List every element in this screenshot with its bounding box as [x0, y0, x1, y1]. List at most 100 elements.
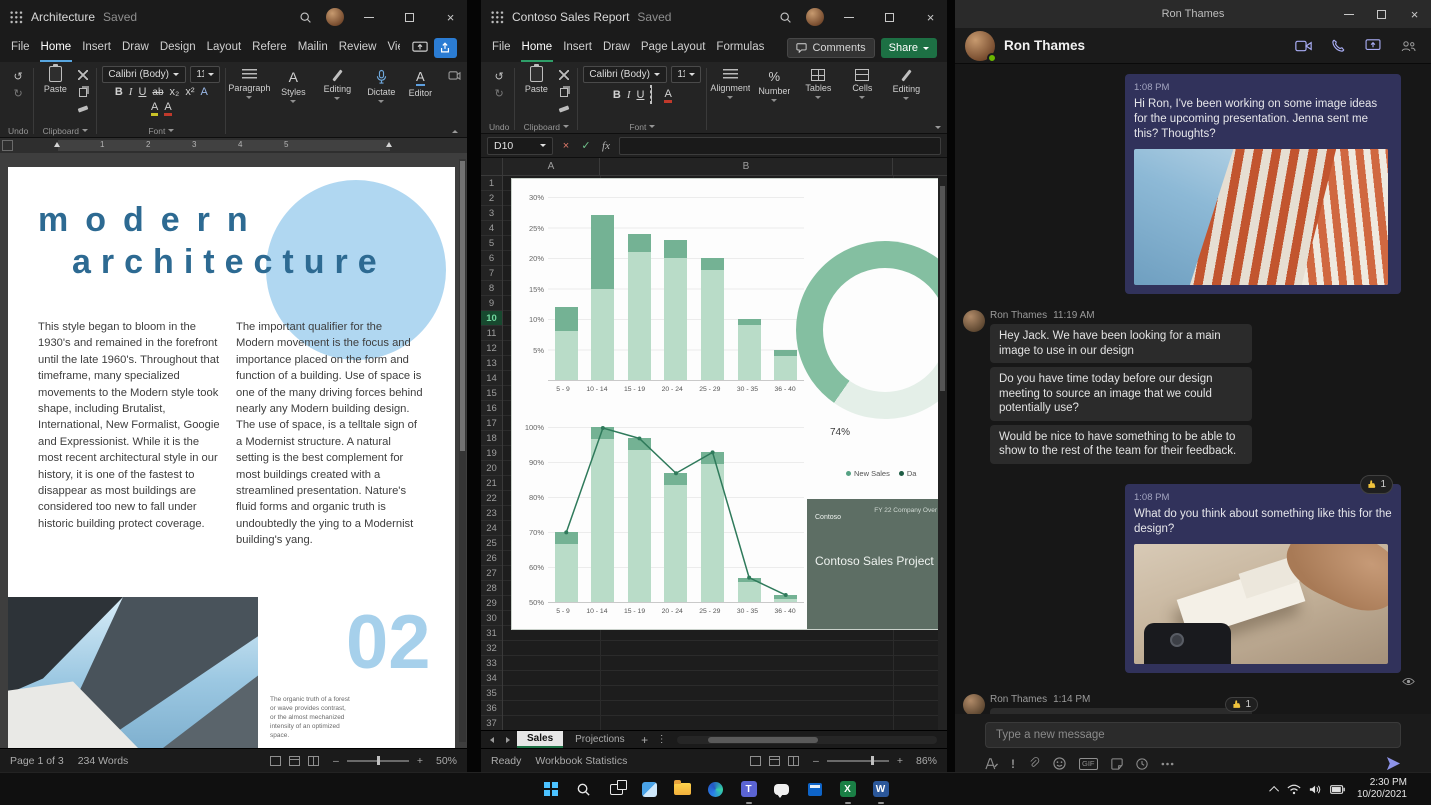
bold-button[interactable]: B: [613, 89, 621, 101]
tables-button[interactable]: Tables: [796, 65, 840, 133]
indent-marker[interactable]: [54, 142, 60, 147]
editing-button[interactable]: Editing: [884, 65, 928, 133]
formula-input[interactable]: [619, 136, 941, 155]
donut-chart[interactable]: [796, 241, 940, 419]
word-menu-view[interactable]: View: [386, 34, 399, 62]
row-header-20[interactable]: 20: [481, 461, 502, 476]
font-color-button[interactable]: A: [164, 101, 172, 116]
row-header-21[interactable]: 21: [481, 476, 502, 491]
word-menu-home[interactable]: Home: [39, 34, 73, 62]
word-menu-design[interactable]: Design: [159, 34, 197, 62]
column-header-partial[interactable]: [893, 158, 947, 175]
excel-scrollbar[interactable]: [938, 176, 947, 730]
word-button[interactable]: W: [868, 776, 894, 802]
underline-button[interactable]: U: [138, 86, 146, 98]
app-launcher-icon[interactable]: [491, 10, 504, 24]
chat-button[interactable]: [769, 776, 795, 802]
add-sheet-button[interactable]: +: [637, 733, 653, 747]
print-layout-icon[interactable]: [289, 755, 301, 766]
row-header-9[interactable]: 9: [481, 296, 502, 311]
schedule-icon[interactable]: [1135, 757, 1148, 770]
volume-icon[interactable]: [1309, 784, 1322, 795]
horizontal-scrollbar[interactable]: [676, 735, 937, 744]
row-header-34[interactable]: 34: [481, 671, 502, 686]
word-menu-refere[interactable]: Refere: [251, 34, 288, 62]
bold-button[interactable]: B: [115, 86, 123, 98]
row-header-17[interactable]: 17: [481, 416, 502, 431]
sheet-next-icon[interactable]: [501, 736, 515, 743]
scrollbar-thumb[interactable]: [707, 736, 818, 743]
send-icon[interactable]: [1386, 756, 1401, 771]
user-avatar[interactable]: [806, 8, 824, 26]
row-header-14[interactable]: 14: [481, 371, 502, 386]
read-mode-icon[interactable]: [270, 755, 282, 766]
task-view-button[interactable]: [604, 776, 630, 802]
cut-icon[interactable]: [75, 68, 91, 82]
excel-menu-page-layout[interactable]: Page Layout: [640, 34, 707, 62]
wifi-icon[interactable]: [1287, 784, 1301, 795]
model-photo[interactable]: [1134, 543, 1388, 664]
word-menu-insert[interactable]: Insert: [81, 34, 112, 62]
screen-share-icon[interactable]: [1360, 39, 1386, 52]
received-message[interactable]: Do you have time today before our design…: [990, 367, 1252, 421]
emoji-icon[interactable]: [1053, 757, 1066, 770]
zoom-slider[interactable]: [346, 756, 409, 765]
received-message[interactable]: Would be nice to have something to be ab…: [990, 424, 1252, 464]
row-header-28[interactable]: 28: [481, 581, 502, 596]
italic-button[interactable]: I: [129, 86, 133, 98]
search-button[interactable]: [571, 776, 597, 802]
styles-button[interactable]: A Styles: [271, 65, 315, 137]
zoom-in-button[interactable]: +: [897, 755, 903, 767]
edge-button[interactable]: [703, 776, 729, 802]
minimize-button[interactable]: [1332, 0, 1365, 28]
present-icon[interactable]: [412, 41, 428, 55]
close-button[interactable]: ×: [434, 0, 467, 34]
scrollbar-thumb[interactable]: [460, 161, 465, 451]
sheet-tab-projections[interactable]: Projections: [565, 731, 634, 748]
excel-menu-file[interactable]: File: [491, 34, 512, 62]
select-all-corner[interactable]: [481, 158, 503, 175]
word-menu-layout[interactable]: Layout: [206, 34, 243, 62]
close-button[interactable]: ×: [1398, 0, 1431, 28]
excel-button[interactable]: X: [835, 776, 861, 802]
sales-combo-chart[interactable]: 50% 60% 70% 80% 90% 100% 5 - 9 10 - 14 15 - 19 2…: [514, 419, 810, 629]
sent-message-2[interactable]: 1 1:08 PM What do you think about someth…: [1125, 474, 1401, 673]
message-input[interactable]: [985, 722, 1401, 748]
row-header-8[interactable]: 8: [481, 281, 502, 296]
row-header-18[interactable]: 18: [481, 431, 502, 446]
ribbon-collapse-icon[interactable]: [935, 126, 941, 129]
redo-icon[interactable]: ↻: [491, 86, 507, 100]
ribbon-collapse-icon[interactable]: [451, 130, 458, 133]
video-call-icon[interactable]: [1290, 40, 1316, 52]
workbook-statistics-button[interactable]: Workbook Statistics: [535, 755, 627, 767]
more-options-icon[interactable]: [1161, 762, 1174, 766]
row-header-37[interactable]: 37: [481, 716, 502, 730]
row-header-36[interactable]: 36: [481, 701, 502, 716]
undo-icon[interactable]: ↺: [491, 69, 507, 83]
highlight-button[interactable]: A: [150, 101, 159, 116]
sender-avatar[interactable]: [963, 693, 985, 714]
row-header-31[interactable]: 31: [481, 626, 502, 641]
word-menu-draw[interactable]: Draw: [121, 34, 150, 62]
document-page[interactable]: modern architecture This style began to …: [8, 167, 455, 748]
underline-button[interactable]: U: [636, 89, 644, 101]
cut-icon[interactable]: [556, 68, 572, 82]
zoom-out-button[interactable]: –: [333, 755, 339, 767]
teams-button[interactable]: T: [736, 776, 762, 802]
insert-function-icon[interactable]: fx: [599, 140, 613, 152]
word-scrollbar[interactable]: [459, 159, 466, 742]
zoom-out-button[interactable]: –: [813, 755, 819, 767]
chat-history[interactable]: 1:08 PM Hi Ron, I've been working on som…: [955, 64, 1431, 714]
row-header-15[interactable]: 15: [481, 386, 502, 401]
row-header-26[interactable]: 26: [481, 551, 502, 566]
tab-selector-icon[interactable]: [2, 140, 13, 151]
excel-menu-insert[interactable]: Insert: [562, 34, 593, 62]
building-photo[interactable]: [1134, 149, 1388, 285]
battery-icon[interactable]: [1330, 784, 1345, 794]
sales-column-chart[interactable]: 5% 10% 15% 20% 25% 30% 5 - 9 10 - 14 15 - 19 20 …: [514, 181, 810, 411]
received-message[interactable]: Wow, perfect! Let me go ahead and incorp…: [990, 707, 1252, 714]
taskbar-clock[interactable]: 2:30 PM 10/20/2021: [1357, 777, 1407, 801]
chart-sheet[interactable]: 5% 10% 15% 20% 25% 30% 5 - 9 10 - 14 15 - 19 20 …: [511, 178, 941, 630]
row-header-7[interactable]: 7: [481, 266, 502, 281]
row-header-30[interactable]: 30: [481, 611, 502, 626]
